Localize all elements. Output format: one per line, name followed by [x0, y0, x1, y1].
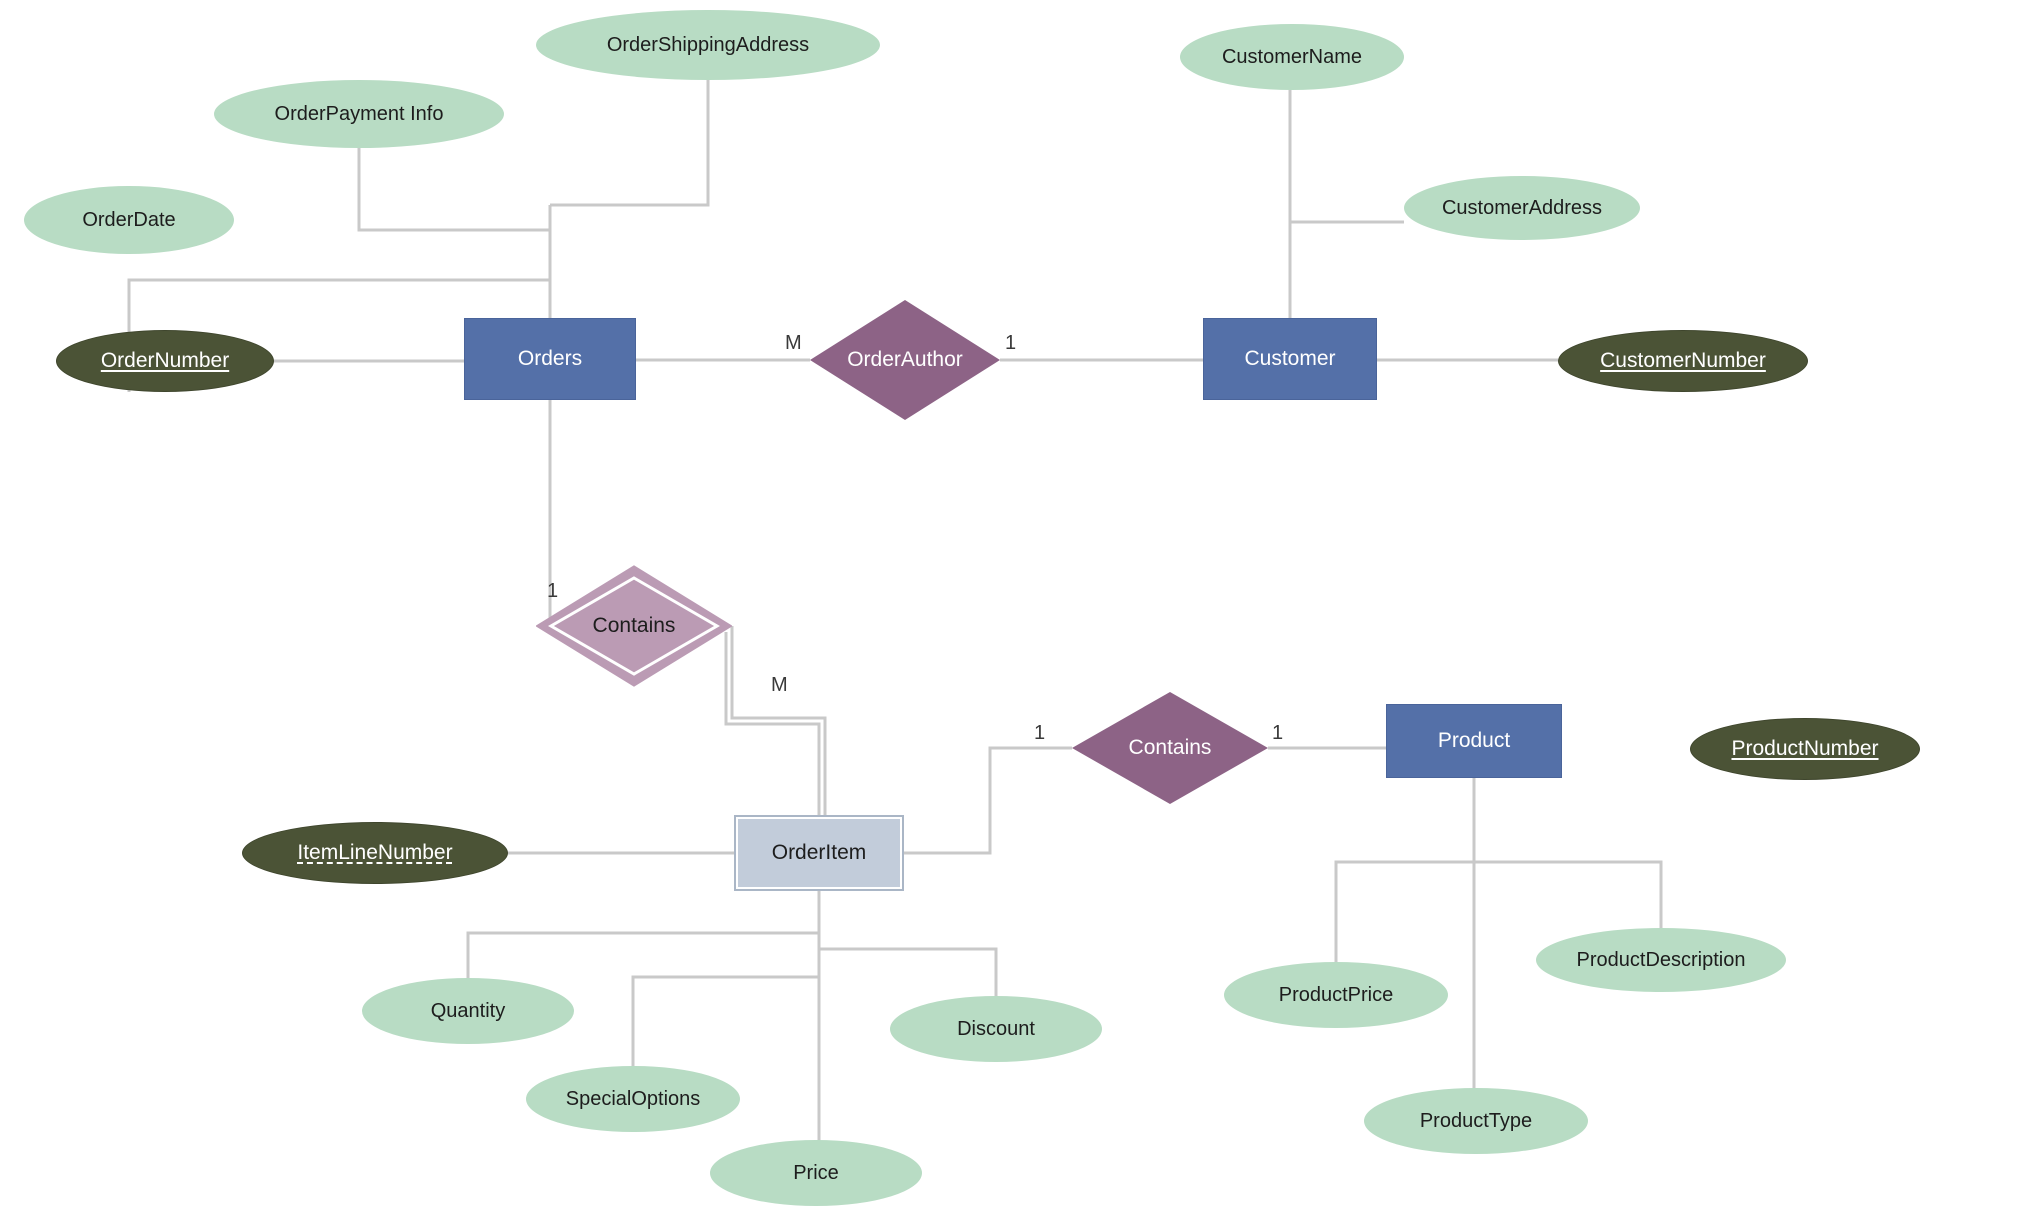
attribute-label: Price [793, 1161, 839, 1184]
attribute-label: CustomerName [1221, 45, 1363, 68]
attribute-label: OrderDate [82, 208, 176, 231]
cardinality-contains-orderitem: M [771, 674, 788, 697]
cardinality-label: 1 [1272, 722, 1284, 744]
cardinality-orders-contains: 1 [547, 580, 558, 603]
attribute-specialoptions[interactable]: SpecialOptions [526, 1066, 740, 1132]
attribute-price[interactable]: Price [710, 1140, 922, 1206]
key-attribute-customernumber[interactable]: CustomerNumber [1558, 330, 1808, 392]
er-diagram-canvas: OrderDate OrderPayment Info OrderShippin… [0, 0, 2036, 1216]
relationship-contains-orders-orderitem[interactable]: Contains [536, 565, 732, 687]
attribute-productprice[interactable]: ProductPrice [1224, 962, 1448, 1028]
edge-orders-orderpaymentinfo [357, 148, 550, 232]
edge-orderitem-contains2 [902, 746, 1072, 855]
attribute-label: ProductDescription [1576, 948, 1746, 971]
attribute-orderdate[interactable]: OrderDate [24, 186, 234, 254]
relationship-label: Contains [592, 614, 676, 637]
attribute-label: ProductType [1419, 1109, 1533, 1132]
entity-label: OrderItem [771, 841, 867, 864]
key-attribute-ordernumber[interactable]: OrderNumber [56, 330, 274, 392]
attribute-label: OrderNumber [100, 349, 230, 372]
attribute-customeraddress[interactable]: CustomerAddress [1404, 176, 1640, 240]
relationship-label: OrderAuthor [847, 348, 963, 371]
edge-contains-orderitem-b [724, 632, 821, 817]
attribute-label: CustomerAddress [1441, 196, 1603, 219]
attribute-label: Discount [957, 1017, 1035, 1040]
entity-product[interactable]: Product [1386, 704, 1562, 778]
cardinality-label: 1 [1034, 722, 1046, 744]
entity-label: Orders [517, 347, 583, 370]
entity-label: Product [1437, 729, 1511, 752]
entity-label: Customer [1244, 347, 1336, 370]
relationship-label: Contains [1128, 736, 1212, 759]
cardinality-label: M [771, 674, 788, 696]
attribute-orderpayment-info[interactable]: OrderPayment Info [214, 80, 504, 148]
attribute-ordershippingaddress[interactable]: OrderShippingAddress [536, 10, 880, 80]
cardinality-label: 1 [1005, 332, 1017, 354]
attribute-quantity[interactable]: Quantity [362, 978, 574, 1044]
weak-entity-orderitem[interactable]: OrderItem [734, 815, 904, 891]
attribute-label: SpecialOptions [565, 1087, 701, 1110]
entity-orders[interactable]: Orders [464, 318, 636, 400]
relationship-contains-orderitem-product[interactable]: Contains [1072, 692, 1268, 804]
attribute-label: CustomerNumber [1600, 349, 1766, 372]
attribute-productdescription[interactable]: ProductDescription [1536, 928, 1786, 992]
attribute-label: OrderShippingAddress [606, 33, 810, 56]
edge-product-productdescription [1474, 860, 1663, 928]
cardinality-orderitem-contains2: 1 [1034, 722, 1045, 745]
edge-orders-ordershippingaddress [550, 80, 710, 207]
attribute-label: ProductPrice [1278, 983, 1394, 1006]
cardinality-label: M [785, 332, 802, 354]
attribute-customername[interactable]: CustomerName [1180, 24, 1404, 90]
partial-key-attribute-itemlinenumber[interactable]: ItemLineNumber [242, 822, 508, 884]
attribute-label: ItemLineNumber [297, 841, 453, 864]
cardinality-orderauthor-customer: 1 [1005, 332, 1016, 355]
entity-customer[interactable]: Customer [1203, 318, 1377, 400]
attribute-producttype[interactable]: ProductType [1364, 1088, 1588, 1154]
cardinality-orders-orderauthor: M [785, 332, 802, 355]
key-attribute-productnumber[interactable]: ProductNumber [1690, 718, 1920, 780]
edge-contains-orderitem-a [730, 626, 827, 817]
relationship-orderauthor[interactable]: OrderAuthor [810, 300, 1000, 420]
attribute-label: Quantity [430, 999, 506, 1022]
attribute-label: OrderPayment Info [274, 102, 444, 125]
attribute-discount[interactable]: Discount [890, 996, 1102, 1062]
cardinality-label: 1 [547, 580, 559, 602]
attribute-label: ProductNumber [1731, 737, 1879, 760]
cardinality-contains2-product: 1 [1272, 722, 1283, 745]
